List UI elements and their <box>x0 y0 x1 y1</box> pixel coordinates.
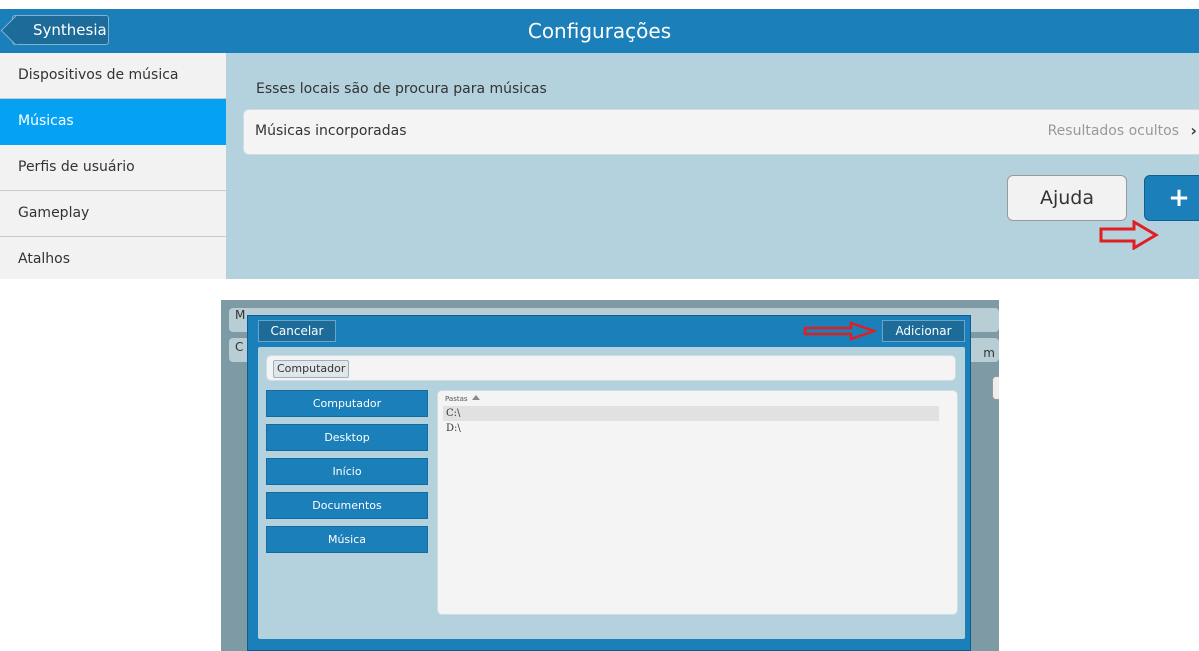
red-arrow-annotation-icon <box>1099 220 1159 250</box>
folder-picker-dialog: Cancelar Adicionar Computador Computador… <box>247 315 971 651</box>
background-text: m <box>983 346 995 360</box>
sidebar-item-music[interactable]: Músicas <box>0 99 226 145</box>
music-row-status: Resultados ocultos <box>1047 123 1179 139</box>
panel-description: Esses locais são de procura para músicas <box>256 81 547 97</box>
location-computer-button[interactable]: Computador <box>266 390 428 417</box>
sidebar-item-shortcuts[interactable]: Atalhos <box>0 237 226 279</box>
folders-column-header[interactable]: Pastas <box>445 395 480 403</box>
dialog-body: Computador Computador Desktop Início Doc… <box>258 347 965 639</box>
red-arrow-annotation-icon <box>803 321 877 341</box>
cancel-button[interactable]: Cancelar <box>258 320 336 342</box>
background-text: M <box>235 308 246 322</box>
help-button[interactable]: Ajuda <box>1007 175 1127 221</box>
background-text: C <box>235 340 244 354</box>
title-bar: Synthesia Configurações <box>0 9 1199 53</box>
adicionar-button[interactable]: Adicionar <box>882 320 965 342</box>
settings-screenshot: Synthesia Configurações Dispositivos de … <box>0 0 1199 279</box>
sidebar-item-music-devices[interactable]: Dispositivos de música <box>0 53 226 99</box>
folder-list: Pastas C:\ D:\ <box>437 390 958 615</box>
path-bar: Computador <box>266 355 956 381</box>
location-music-button[interactable]: Música <box>266 526 428 553</box>
background-button <box>992 376 999 400</box>
page-title: Configurações <box>527 19 672 43</box>
folder-row-d[interactable]: D:\ <box>443 421 939 436</box>
chevron-right-icon: › <box>1190 121 1197 140</box>
builtin-music-row[interactable]: Músicas incorporadas Resultados ocultos … <box>243 109 1199 155</box>
folder-row-c[interactable]: C:\ <box>443 406 939 421</box>
music-row-label: Músicas incorporadas <box>255 123 407 139</box>
location-desktop-button[interactable]: Desktop <box>266 424 428 451</box>
path-crumb-computer[interactable]: Computador <box>273 360 350 378</box>
add-folder-button[interactable]: + <box>1144 175 1199 221</box>
folders-header-label: Pastas <box>445 395 468 403</box>
sidebar-item-gameplay[interactable]: Gameplay <box>0 191 226 237</box>
sort-ascending-icon <box>471 395 480 400</box>
location-documents-button[interactable]: Documentos <box>266 492 428 519</box>
settings-sidebar: Dispositivos de música Músicas Perfis de… <box>0 53 226 279</box>
music-settings-panel: Esses locais são de procura para músicas… <box>226 53 1199 279</box>
location-home-button[interactable]: Início <box>266 458 428 485</box>
sidebar-item-user-profiles[interactable]: Perfis de usuário <box>0 145 226 191</box>
folder-dialog-screenshot: M C m Cancelar Adicionar Computador Comp… <box>221 300 999 651</box>
